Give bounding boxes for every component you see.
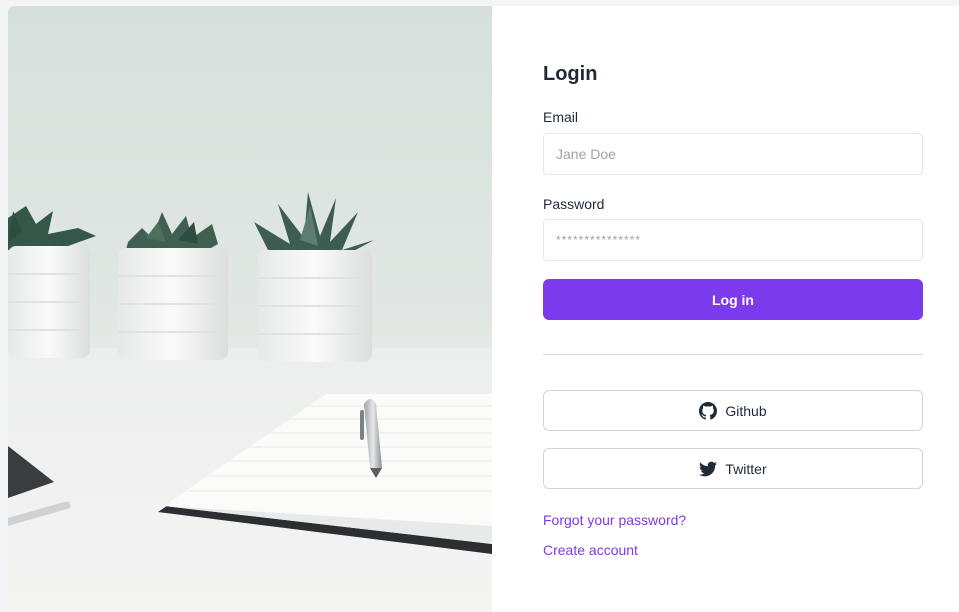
divider: [543, 354, 923, 355]
twitter-button[interactable]: Twitter: [543, 448, 923, 489]
twitter-label: Twitter: [725, 460, 767, 477]
email-field[interactable]: [543, 133, 923, 175]
page-title: Login: [543, 63, 598, 85]
password-label: Password: [543, 196, 605, 212]
email-label: Email: [543, 109, 579, 125]
login-button[interactable]: Log in: [543, 279, 923, 320]
github-button[interactable]: Github: [543, 390, 923, 431]
create-account-link[interactable]: Create account: [543, 542, 638, 558]
hero-image: [8, 6, 492, 612]
github-label: Github: [725, 402, 767, 419]
github-icon: [699, 401, 718, 420]
password-field[interactable]: [543, 219, 923, 261]
twitter-icon: [699, 460, 718, 478]
forgot-password-link[interactable]: Forgot your password?: [543, 512, 686, 528]
login-card: Login Email Password Log in Github Twitt…: [8, 6, 959, 612]
